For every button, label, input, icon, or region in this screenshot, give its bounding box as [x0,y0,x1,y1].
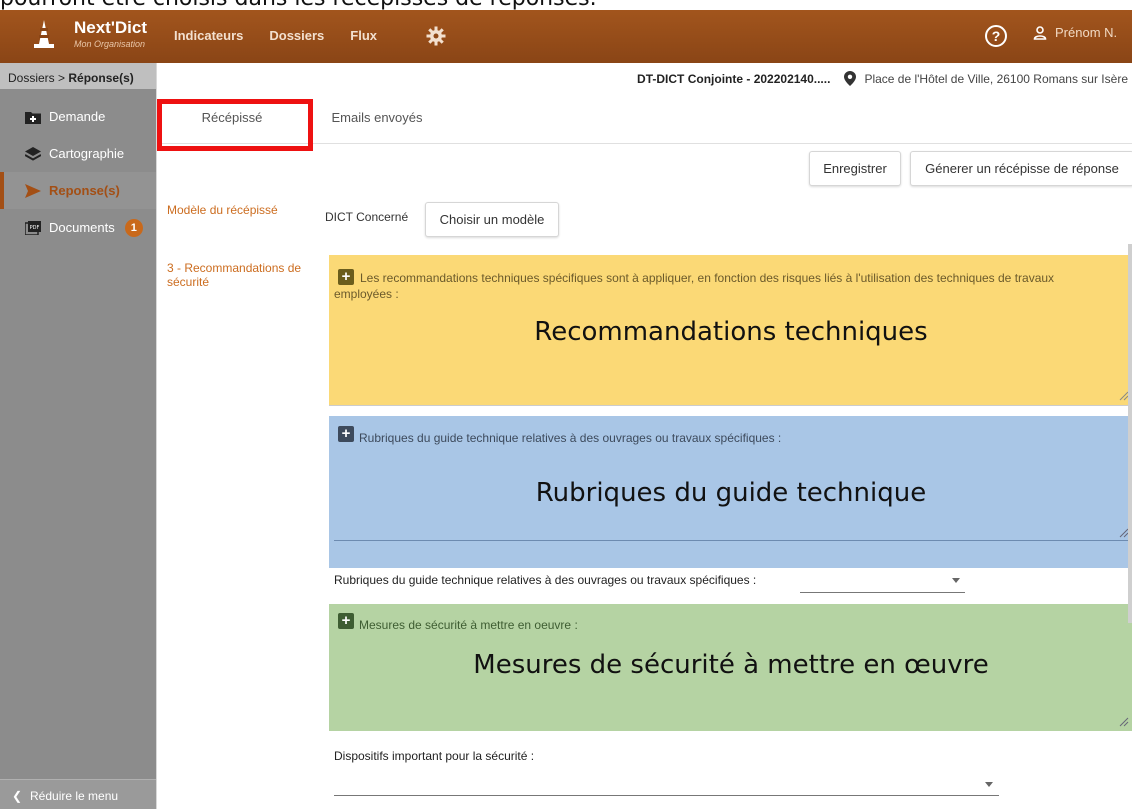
choose-model-button[interactable]: Choisir un modèle [425,202,559,237]
sidebar-item-reponses[interactable]: Reponse(s) [0,172,156,209]
breadcrumb-separator: > [58,71,66,85]
dict-concerne-label: DICT Concerné [325,210,409,224]
panel-description: Rubriques du guide technique relatives à… [359,431,782,445]
document-header: DT-DICT Conjointe - 202202140..... Place… [637,71,1128,86]
pdf-icon: PDF [25,220,41,235]
tab-emails-envoyes[interactable]: Emails envoyés [307,93,447,143]
mesures-textarea[interactable]: + Mesures de sécurité à mettre en oeuvre… [329,604,1132,731]
breadcrumb-current: Réponse(s) [68,71,134,85]
sidebar: Dossiers > Réponse(s) Demande Cartograph… [0,63,156,809]
sidebar-item-demande[interactable]: Demande [0,98,156,135]
textarea-underline [334,540,1128,541]
brand-name: Next'Dict [74,18,148,37]
chevron-left-icon: ❮ [12,789,23,803]
cone-logo-icon[interactable] [30,18,58,54]
panel-overlay-title: Rubriques du guide technique [535,478,927,508]
plus-icon[interactable]: + [338,613,354,629]
gear-icon[interactable] [426,26,446,46]
generate-receipt-button[interactable]: Génerer un récépisse de réponse [910,151,1132,186]
sidebar-item-label: Demande [49,109,106,124]
main-content: DT-DICT Conjointe - 202202140..... Place… [156,63,1132,809]
dispositifs-select-label: Dispositifs important pour la sécurité : [334,749,535,763]
save-button[interactable]: Enregistrer [809,151,901,186]
svg-text:PDF: PDF [30,225,40,231]
sidebar-item-documents[interactable]: PDF Documents 1 [0,209,156,246]
sidebar-item-label: Documents [49,220,115,235]
breadcrumb: Dossiers > Réponse(s) [0,63,156,89]
brand[interactable]: Next'Dict Mon Organisation [74,18,147,49]
highlight-box [157,99,313,151]
documents-count-badge: 1 [124,218,143,237]
caption-text: pourront être choisis dans les récépissé… [0,0,597,10]
model-label: Modèle du récépissé [167,203,278,217]
document-title: DT-DICT Conjointe - 202202140..... [637,71,831,86]
user-icon [1033,25,1047,40]
send-icon [25,183,41,198]
sidebar-item-label: Reponse(s) [49,183,120,198]
panel-overlay-title: Mesures de sécurité à mettre en œuvre [473,650,989,680]
rubriques-textarea[interactable]: + Rubriques du guide technique relatives… [329,416,1132,568]
top-nav: Indicateurs Dossiers Flux [174,28,403,43]
sidebar-item-cartographie[interactable]: Cartographie [0,135,156,172]
plus-icon[interactable]: + [338,426,354,442]
chevron-down-icon[interactable] [952,578,960,583]
panel-overlay-title: Recommandations techniques [534,317,928,347]
layers-icon [25,146,41,161]
document-address: Place de l'Hôtel de Ville, 26100 Romans … [864,71,1128,86]
collapse-menu-label: Réduire le menu [30,789,119,803]
nav-dossiers[interactable]: Dossiers [269,28,324,43]
help-icon[interactable]: ? [985,25,1007,47]
rubriques-select[interactable] [800,592,965,593]
sidebar-item-label: Cartographie [49,146,125,161]
breadcrumb-root[interactable]: Dossiers [8,71,55,85]
scrollbar[interactable] [1128,244,1132,623]
dispositifs-select[interactable] [334,795,999,796]
caption-strip: pourront être choisis dans les récépissé… [0,0,1132,10]
panel-description: Les recommandations techniques spécifiqu… [334,271,1055,301]
recommandations-textarea[interactable]: + Les recommandations techniques spécifi… [329,255,1132,406]
folder-plus-icon [25,111,41,124]
rubriques-select-label: Rubriques du guide technique relatives à… [334,573,757,587]
map-pin-icon [844,71,857,86]
section-label: 3 - Recommandations de sécurité [167,261,302,289]
top-bar: Next'Dict Mon Organisation Indicateurs D… [0,10,1132,63]
collapse-menu-button[interactable]: ❮ Réduire le menu [0,779,156,809]
brand-organisation: Mon Organisation [74,39,146,49]
chevron-down-icon[interactable] [985,782,993,787]
resize-grip-icon[interactable] [1119,717,1129,727]
user-menu[interactable]: Prénom N. [1033,25,1117,40]
nav-indicateurs[interactable]: Indicateurs [174,28,243,43]
panel-description: Mesures de sécurité à mettre en oeuvre : [359,618,578,632]
user-name: Prénom N. [1055,25,1118,40]
nav-flux[interactable]: Flux [350,28,377,43]
